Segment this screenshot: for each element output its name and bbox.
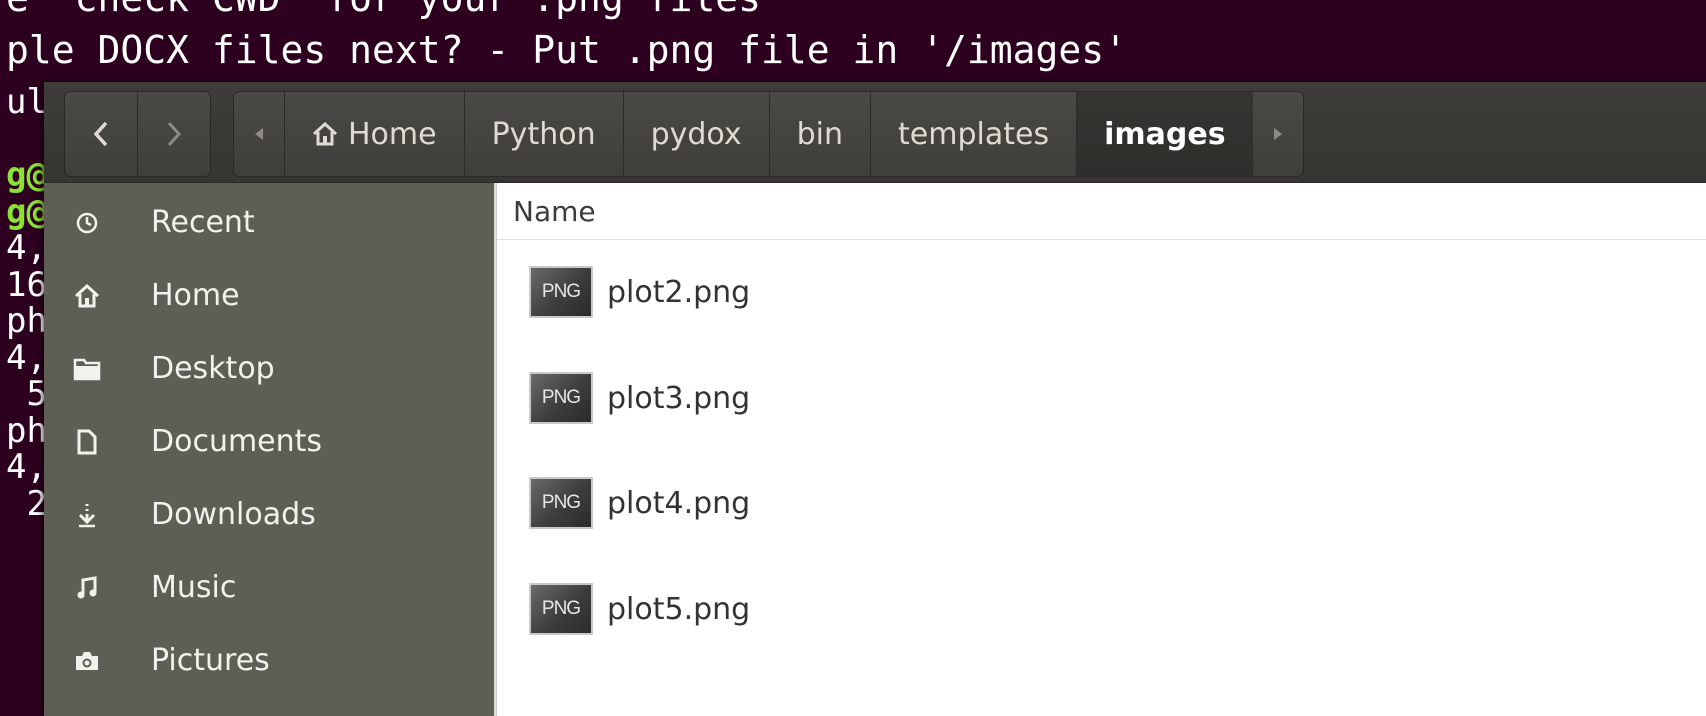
home-icon: [44, 283, 130, 308]
terminal-fragment: g@: [6, 155, 47, 195]
crumb-home[interactable]: Home: [284, 92, 464, 176]
crumb-label: Home: [348, 116, 437, 152]
camera-icon: [44, 650, 130, 672]
terminal-left-column: ul g@ g@ 4, 16 ph 4, 5 ph 4, 2: [6, 82, 47, 524]
png-thumb-label: PNG: [541, 492, 581, 513]
crumb-pydox[interactable]: pydox: [622, 92, 769, 176]
back-button[interactable]: [65, 92, 137, 176]
crumb-bin[interactable]: bin: [768, 92, 870, 176]
path-scroll-right-button[interactable]: [1253, 92, 1303, 176]
terminal-fragment: 4,: [6, 447, 47, 487]
file-row[interactable]: PNG plot5.png: [497, 560, 1706, 658]
sidebar-item-label: Downloads: [151, 497, 316, 532]
crumb-python[interactable]: Python: [463, 92, 623, 176]
chevron-right-icon: [167, 121, 182, 147]
music-icon: [44, 575, 130, 600]
document-icon: [44, 429, 130, 455]
path-bar: Home Python pydox bin templates images: [233, 91, 1304, 177]
terminal-fragment: 4,: [6, 337, 47, 378]
png-thumb-label: PNG: [541, 281, 581, 302]
file-name: plot2.png: [607, 274, 751, 310]
navigation-buttons: [64, 91, 211, 177]
png-thumb-label: PNG: [541, 387, 581, 408]
sidebar: Recent Home Desktop Documents Downloads …: [44, 183, 494, 716]
sidebar-item-label: Home: [151, 278, 240, 313]
file-name: plot3.png: [607, 380, 751, 416]
terminal-line: ple DOCX files next? - Put .png file in …: [6, 28, 1128, 72]
column-header-name[interactable]: Name: [497, 183, 1706, 240]
sidebar-item-documents[interactable]: Documents: [44, 405, 494, 478]
sidebar-item-label: Desktop: [151, 351, 275, 386]
path-scroll-left-button[interactable]: [234, 92, 284, 176]
terminal-fragment: g@: [6, 191, 47, 232]
sidebar-item-label: Pictures: [151, 643, 270, 678]
file-manager-window: Home Python pydox bin templates images R: [44, 82, 1706, 716]
sidebar-item-downloads[interactable]: Downloads: [44, 478, 494, 551]
file-list: Name PNG plot2.png PNG plot3.png PNG plo…: [496, 183, 1706, 716]
file-row[interactable]: PNG plot2.png: [497, 243, 1706, 341]
sidebar-item-label: Documents: [151, 424, 323, 459]
chevron-left-icon: [93, 121, 108, 147]
sidebar-item-label: Recent: [151, 205, 255, 240]
sidebar-item-label: Music: [151, 570, 237, 605]
terminal-line: e check CWD for your .png files: [6, 0, 761, 18]
toolbar: Home Python pydox bin templates images: [44, 82, 1706, 183]
png-file-icon: PNG: [529, 266, 593, 318]
clock-icon: [44, 211, 130, 235]
terminal-fragment: 16: [6, 264, 47, 305]
folder-icon: [44, 357, 130, 381]
sidebar-item-pictures[interactable]: Pictures: [44, 624, 494, 697]
terminal-fragment: 4,: [6, 228, 47, 268]
png-thumb-label: PNG: [541, 598, 581, 619]
terminal-fragment: ph: [6, 301, 47, 341]
png-file-icon: PNG: [529, 583, 593, 635]
home-icon: [312, 122, 338, 146]
sidebar-item-music[interactable]: Music: [44, 551, 494, 624]
sidebar-item-recent[interactable]: Recent: [44, 186, 494, 259]
terminal-fragment: 5: [6, 374, 47, 414]
column-header-label: Name: [513, 194, 596, 228]
sidebar-item-desktop[interactable]: Desktop: [44, 332, 494, 405]
file-name: plot5.png: [607, 591, 751, 627]
triangle-right-icon: [1273, 128, 1282, 140]
terminal-fragment: 2: [6, 483, 47, 524]
triangle-left-icon: [255, 128, 263, 140]
terminal-fragment: ph: [6, 410, 47, 451]
terminal-fragment: [6, 121, 46, 158]
crumb-images[interactable]: images: [1076, 92, 1253, 176]
download-icon: [44, 502, 130, 528]
png-file-icon: PNG: [529, 372, 593, 424]
forward-button[interactable]: [137, 92, 210, 176]
file-row[interactable]: PNG plot3.png: [497, 349, 1706, 447]
sidebar-item-home[interactable]: Home: [44, 259, 494, 332]
terminal-fragment: ul: [6, 82, 47, 122]
file-name: plot4.png: [607, 485, 751, 521]
png-file-icon: PNG: [529, 477, 593, 529]
file-row[interactable]: PNG plot4.png: [497, 454, 1706, 552]
crumb-templates[interactable]: templates: [870, 92, 1076, 176]
